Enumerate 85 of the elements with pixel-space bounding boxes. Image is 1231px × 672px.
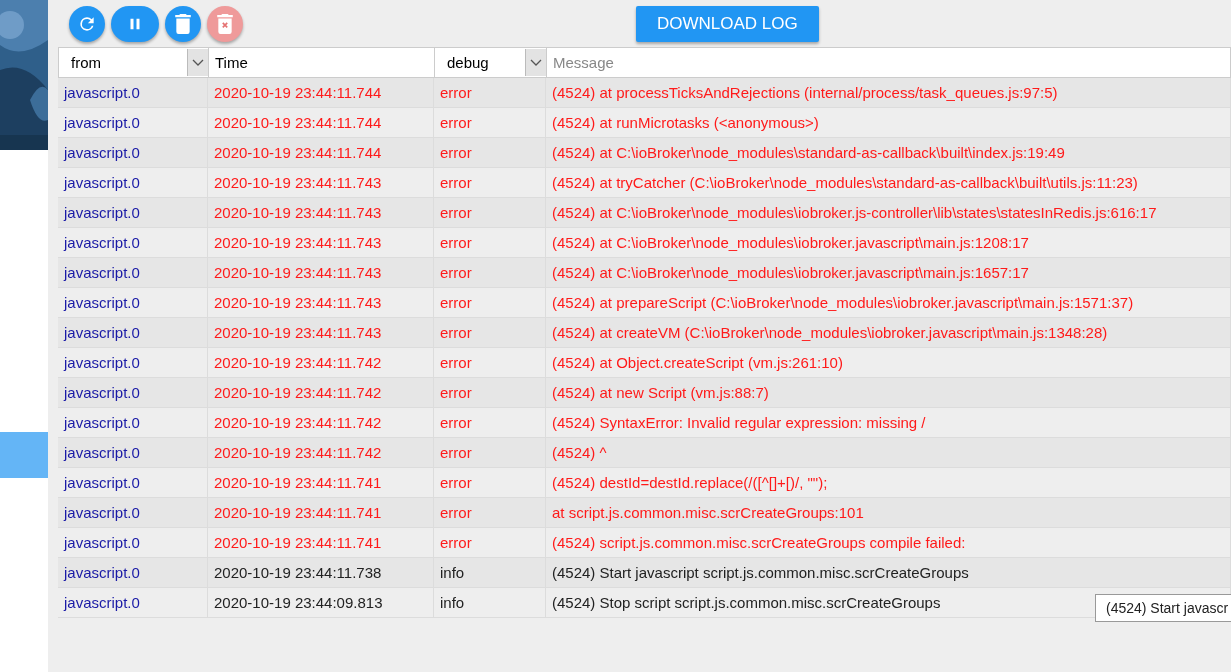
- time-text: 2020-10-19 23:44:11.743: [214, 294, 382, 311]
- source-text: javascript.0: [64, 474, 140, 491]
- source-text: javascript.0: [64, 504, 140, 521]
- message-text: (4524) ^: [552, 444, 607, 461]
- source-text: javascript.0: [64, 354, 140, 371]
- level-text: error: [440, 474, 472, 491]
- level-text: error: [440, 384, 472, 401]
- level-text: error: [440, 354, 472, 371]
- source-text: javascript.0: [64, 114, 140, 131]
- level-text: error: [440, 144, 472, 161]
- level-text: error: [440, 294, 472, 311]
- message-text: (4524) at prepareScript (C:\ioBroker\node_modules\iobroker.javascript\main.js:1571:37): [552, 294, 1134, 311]
- message-text: (4524) at Object.createScript (vm.js:261:10): [552, 354, 843, 371]
- level-text: error: [440, 504, 472, 521]
- time-text: 2020-10-19 23:44:11.742: [214, 384, 382, 401]
- dropdown-toggle[interactable]: [525, 49, 546, 76]
- source-text: javascript.0: [64, 234, 140, 251]
- delete-button[interactable]: [165, 5, 201, 42]
- time-text: 2020-10-19 23:44:11.741: [214, 474, 382, 491]
- message-text: (4524) script.js.common.misc.scrCreateGroups compile failed:: [552, 534, 966, 551]
- message-text: (4524) destId=destId.replace(/([^[]+[)/, "");: [552, 474, 828, 491]
- time-text: 2020-10-19 23:44:11.743: [214, 264, 382, 281]
- time-text: 2020-10-19 23:44:11.741: [214, 504, 382, 521]
- source-text: javascript.0: [64, 294, 140, 311]
- time-text: 2020-10-19 23:44:11.741: [214, 534, 382, 551]
- level-text: error: [440, 414, 472, 431]
- level-text: info: [440, 564, 465, 581]
- level-text: error: [440, 234, 472, 251]
- level-text: error: [440, 444, 472, 461]
- time-text: 2020-10-19 23:44:11.743: [214, 204, 382, 221]
- time-text: 2020-10-19 23:44:11.743: [214, 324, 382, 341]
- time-text: 2020-10-19 23:44:11.742: [214, 414, 382, 431]
- time-text: 2020-10-19 23:44:11.744: [214, 84, 382, 101]
- level-text: error: [440, 204, 472, 221]
- message-filter-field[interactable]: Message: [546, 47, 1231, 78]
- source-text: javascript.0: [64, 84, 140, 101]
- time-text: 2020-10-19 23:44:11.744: [214, 144, 382, 161]
- message-text: at script.js.common.misc.scrCreateGroups:101: [552, 504, 864, 521]
- time-text: 2020-10-19 23:44:11.742: [214, 354, 382, 371]
- tooltip: (4524) Start javascr: [1095, 594, 1231, 622]
- level-text: error: [440, 114, 472, 131]
- chevron-down-icon: [192, 58, 204, 67]
- trash-x-icon: [216, 13, 234, 34]
- refresh-button[interactable]: [69, 5, 105, 42]
- source-text: javascript.0: [64, 414, 140, 431]
- message-text: (4524) at C:\ioBroker\node_modules\iobroker.js-controller\lib\states\statesInRedis.js:616:17: [552, 204, 1157, 221]
- level-text: info: [440, 594, 465, 611]
- level-text: error: [440, 174, 472, 191]
- level-text: error: [440, 534, 472, 551]
- message-text: (4524) Start javascript script.js.common.misc.scrCreateGroups: [552, 564, 969, 581]
- message-text: (4524) at tryCatcher (C:\ioBroker\node_modules\standard-as-callback\built\utils.js:11:23): [552, 174, 1138, 191]
- source-text: javascript.0: [64, 444, 140, 461]
- source-text: javascript.0: [64, 204, 140, 221]
- time-text: 2020-10-19 23:44:11.738: [214, 564, 382, 581]
- message-text: (4524) at C:\ioBroker\node_modules\iobroker.javascript\main.js:1657:17: [552, 264, 1029, 281]
- level-text: error: [440, 324, 472, 341]
- source-text: javascript.0: [64, 534, 140, 551]
- message-text: (4524) at createVM (C:\ioBroker\node_modules\iobroker.javascript\main.js:1348:28): [552, 324, 1108, 341]
- time-text: 2020-10-19 23:44:11.743: [214, 234, 382, 251]
- message-text: (4524) at C:\ioBroker\node_modules\standard-as-callback\built\index.js:19:49: [552, 144, 1065, 161]
- time-text: 2020-10-19 23:44:11.744: [214, 114, 382, 131]
- message-text: (4524) at new Script (vm.js:88:7): [552, 384, 769, 401]
- source-filter[interactable]: from: [71, 54, 101, 71]
- message-text: (4524) SyntaxError: Invalid regular expression: missing /: [552, 414, 926, 431]
- time-text: 2020-10-19 23:44:11.743: [214, 174, 382, 191]
- time-text: 2020-10-19 23:44:09.813: [214, 594, 383, 611]
- message-text: (4524) Stop script script.js.common.misc.scrCreateGroups: [552, 594, 941, 611]
- source-text: javascript.0: [64, 264, 140, 281]
- trash-icon: [174, 13, 192, 34]
- source-text: javascript.0: [64, 174, 140, 191]
- level-text: error: [440, 84, 472, 101]
- message-text: (4524) at processTicksAndRejections (internal/process/task_queues.js:97:5): [552, 84, 1058, 101]
- level-text: error: [440, 264, 472, 281]
- time-text: 2020-10-19 23:44:11.742: [214, 444, 382, 461]
- pause-button[interactable]: [111, 5, 159, 42]
- source-text: javascript.0: [64, 594, 140, 611]
- message-text: (4524) at C:\ioBroker\node_modules\iobroker.javascript\main.js:1208:17: [552, 234, 1029, 251]
- dropdown-toggle[interactable]: [187, 49, 208, 76]
- source-text: javascript.0: [64, 144, 140, 161]
- source-text: javascript.0: [64, 564, 140, 581]
- time-header: Time: [215, 54, 248, 71]
- chevron-down-icon: [530, 58, 542, 67]
- source-text: javascript.0: [64, 324, 140, 341]
- source-text: javascript.0: [64, 384, 140, 401]
- message-text: (4524) at runMicrotasks (<anonymous>): [552, 114, 819, 131]
